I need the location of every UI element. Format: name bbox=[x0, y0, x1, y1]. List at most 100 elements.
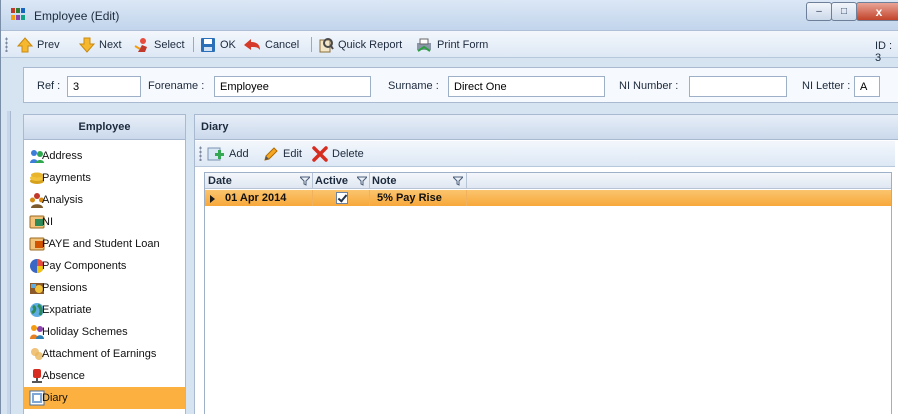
filter-icon[interactable] bbox=[357, 176, 367, 186]
cell-divider bbox=[369, 190, 370, 206]
window-title: Employee (Edit) bbox=[34, 9, 120, 23]
cancel-button[interactable]: Cancel bbox=[243, 35, 299, 54]
title-bar[interactable]: Employee (Edit) – □ x bbox=[1, 0, 898, 31]
print-form-icon bbox=[417, 38, 431, 52]
next-button[interactable]: Next bbox=[79, 35, 122, 54]
sidebar-item-ni[interactable]: NI bbox=[24, 211, 185, 233]
prev-button[interactable]: Prev bbox=[17, 35, 60, 54]
sidebar-item-label: Analysis bbox=[42, 194, 83, 206]
toolbar-grip-icon[interactable] bbox=[5, 37, 8, 52]
sidebar-item-attachment-of-earnings[interactable]: Attachment of Earnings bbox=[24, 343, 185, 365]
cell-divider bbox=[312, 190, 313, 206]
surname-input[interactable] bbox=[448, 76, 605, 97]
quick-report-label: Quick Report bbox=[338, 38, 403, 51]
sidebar-item-analysis[interactable]: Analysis bbox=[24, 189, 185, 211]
filter-icon[interactable] bbox=[300, 176, 310, 186]
print-form-label: Print Form bbox=[437, 38, 489, 51]
report-magnifier-icon bbox=[319, 37, 334, 52]
edit-pencil-icon bbox=[264, 146, 278, 161]
ni-number-input[interactable] bbox=[689, 76, 787, 97]
column-divider bbox=[466, 173, 467, 189]
cell-divider bbox=[466, 190, 467, 206]
row-indicator-icon bbox=[210, 195, 215, 203]
ref-input[interactable] bbox=[67, 76, 141, 97]
delete-button[interactable]: Delete bbox=[312, 144, 364, 163]
filter-icon[interactable] bbox=[453, 176, 463, 186]
surname-label: Surname : bbox=[388, 80, 439, 92]
diary-toolbar: Add Edit Delete bbox=[195, 141, 895, 167]
column-header-note[interactable]: Note bbox=[369, 173, 396, 189]
table-row[interactable]: 01 Apr 2014 5% Pay Rise bbox=[205, 190, 891, 206]
ni-letter-input[interactable] bbox=[854, 76, 880, 97]
column-header-active[interactable]: Active bbox=[312, 173, 348, 189]
add-label: Add bbox=[229, 147, 249, 160]
sidebar-item-label: Address bbox=[42, 150, 83, 162]
select-person-icon bbox=[134, 37, 147, 52]
next-label: Next bbox=[99, 38, 122, 51]
edit-button[interactable]: Edit bbox=[263, 144, 302, 163]
cell-note[interactable]: 5% Pay Rise bbox=[377, 192, 442, 204]
window-controls: – □ x bbox=[806, 2, 898, 21]
maximize-button[interactable]: □ bbox=[831, 2, 857, 21]
prev-label: Prev bbox=[37, 38, 60, 51]
print-form-button[interactable]: Print Form bbox=[415, 35, 488, 54]
sidebar-item-paye[interactable]: PAYE and Student Loan bbox=[24, 233, 185, 255]
sidebar-item-holiday-schemes[interactable]: Holiday Schemes bbox=[24, 321, 185, 343]
toolbar-separator bbox=[311, 37, 312, 52]
diary-panel: Diary Add Edit Delete Date Active Note 0… bbox=[194, 114, 898, 414]
app-icon bbox=[11, 8, 25, 20]
select-button[interactable]: Select bbox=[134, 35, 185, 54]
cancel-label: Cancel bbox=[265, 38, 300, 51]
ni-letter-label: NI Letter : bbox=[802, 80, 851, 92]
arrow-up-icon bbox=[17, 36, 33, 52]
minimize-button[interactable]: – bbox=[806, 2, 832, 21]
employee-header-fields: Ref : Forename : Surname : NI Number : N… bbox=[23, 67, 898, 103]
sidebar-item-payments[interactable]: Payments bbox=[24, 167, 185, 189]
active-checkbox[interactable] bbox=[336, 192, 348, 204]
employee-sidebar: Employee Address Payments Analysis NI PA… bbox=[23, 114, 186, 414]
ni-number-label: NI Number : bbox=[619, 80, 679, 92]
arrow-down-icon bbox=[79, 37, 95, 53]
cell-date[interactable]: 01 Apr 2014 bbox=[225, 192, 286, 204]
main-toolbar: Prev Next Select OK Cancel Quick Report … bbox=[1, 31, 898, 64]
sidebar-item-label: Pensions bbox=[42, 282, 88, 294]
undo-arrow-icon bbox=[244, 38, 260, 50]
toolbar-grip-icon[interactable] bbox=[199, 146, 202, 161]
sidebar-item-label: Pay Components bbox=[42, 260, 127, 272]
column-header-date[interactable]: Date bbox=[205, 173, 232, 189]
grid-header: Date Active Note bbox=[205, 173, 891, 189]
diary-grid: Date Active Note 01 Apr 2014 5% Pay Rise bbox=[204, 172, 892, 414]
delete-label: Delete bbox=[332, 147, 364, 160]
sidebar-item-label: Absence bbox=[42, 370, 85, 382]
edit-label: Edit bbox=[283, 147, 302, 160]
add-button[interactable]: Add bbox=[207, 144, 249, 163]
ok-button[interactable]: OK bbox=[200, 35, 236, 54]
sidebar-item-label: Attachment of Earnings bbox=[42, 348, 157, 360]
ok-label: OK bbox=[220, 38, 236, 51]
forename-label: Forename : bbox=[148, 80, 205, 92]
sidebar-item-absence[interactable]: Absence bbox=[24, 365, 185, 387]
add-icon bbox=[207, 147, 224, 160]
sidebar-item-label: Expatriate bbox=[42, 304, 92, 316]
ref-label: Ref : bbox=[37, 80, 61, 92]
sidebar-item-label: NI bbox=[42, 216, 53, 228]
save-disk-icon bbox=[201, 37, 215, 52]
delete-x-icon bbox=[312, 145, 328, 162]
sidebar-item-expatriate[interactable]: Expatriate bbox=[24, 299, 185, 321]
employee-edit-window: Employee (Edit) – □ x Prev Next Select O… bbox=[0, 0, 898, 414]
close-button[interactable]: x bbox=[856, 2, 898, 21]
sidebar-item-address[interactable]: Address bbox=[24, 145, 185, 167]
sidebar-item-diary[interactable]: Diary bbox=[24, 387, 185, 409]
sidebar-item-label: Diary bbox=[42, 392, 68, 404]
sidebar-item-label: Holiday Schemes bbox=[42, 326, 128, 338]
sidebar-item-pensions[interactable]: Pensions bbox=[24, 277, 185, 299]
window-edge-strip bbox=[7, 111, 11, 414]
select-label: Select bbox=[154, 38, 185, 51]
sidebar-item-label: Payments bbox=[42, 172, 91, 184]
panel-title: Diary bbox=[195, 115, 898, 140]
forename-input[interactable] bbox=[214, 76, 371, 97]
quick-report-button[interactable]: Quick Report bbox=[318, 35, 402, 54]
sidebar-item-pay-components[interactable]: Pay Components bbox=[24, 255, 185, 277]
sidebar-item-label: PAYE and Student Loan bbox=[42, 238, 160, 250]
record-id: ID : 3 bbox=[875, 40, 893, 64]
